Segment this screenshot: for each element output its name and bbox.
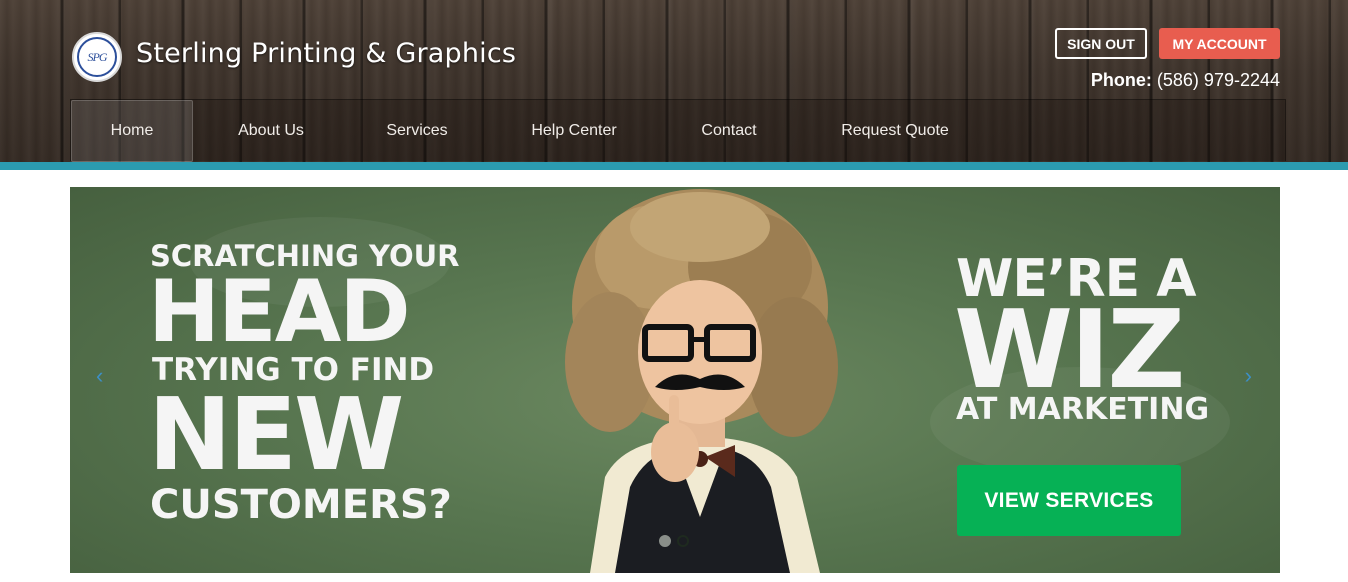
headline-line: NEW	[148, 376, 404, 493]
nav-item-home[interactable]: Home	[71, 100, 193, 162]
tagline-line: WIZ	[954, 288, 1186, 413]
chevron-right-icon[interactable]: ›	[1245, 365, 1252, 387]
kid-wizard-image	[565, 189, 838, 573]
phone-number[interactable]: (586) 979-2244	[1157, 70, 1280, 90]
chevron-left-icon[interactable]: ‹	[96, 365, 103, 387]
nav-item-about-us[interactable]: About Us	[219, 100, 323, 162]
phone-label: Phone:	[1090, 70, 1152, 90]
spg-logo[interactable]: SPG	[72, 32, 122, 82]
headline-line: CUSTOMERS?	[150, 482, 452, 528]
slider-dot[interactable]	[677, 535, 689, 547]
main-navigation: Home About Us Services Help Center Conta…	[70, 99, 1286, 162]
logo-emblem: SPG	[77, 37, 117, 77]
nav-item-services[interactable]: Services	[367, 100, 467, 162]
slider-pagination	[659, 535, 689, 547]
brand-name[interactable]: Sterling Printing & Graphics	[136, 38, 516, 69]
tagline-line: AT MARKETING	[956, 392, 1210, 427]
nav-item-request-quote[interactable]: Request Quote	[827, 100, 963, 162]
slider-dot-active[interactable]	[659, 535, 671, 547]
nav-item-contact[interactable]: Contact	[685, 100, 773, 162]
hero-slider[interactable]: SCRATCHING YOUR HEAD TRYING TO FIND NEW …	[70, 187, 1280, 573]
my-account-button[interactable]: MY ACCOUNT	[1159, 28, 1280, 59]
phone-info: Phone: (586) 979-2244	[1091, 70, 1280, 91]
nav-item-help-center[interactable]: Help Center	[517, 100, 631, 162]
header-accent-bar	[0, 162, 1348, 170]
headline-line: HEAD	[148, 262, 411, 362]
sign-out-button[interactable]: SIGN OUT	[1055, 28, 1147, 59]
view-services-button[interactable]: VIEW SERVICES	[957, 465, 1181, 536]
